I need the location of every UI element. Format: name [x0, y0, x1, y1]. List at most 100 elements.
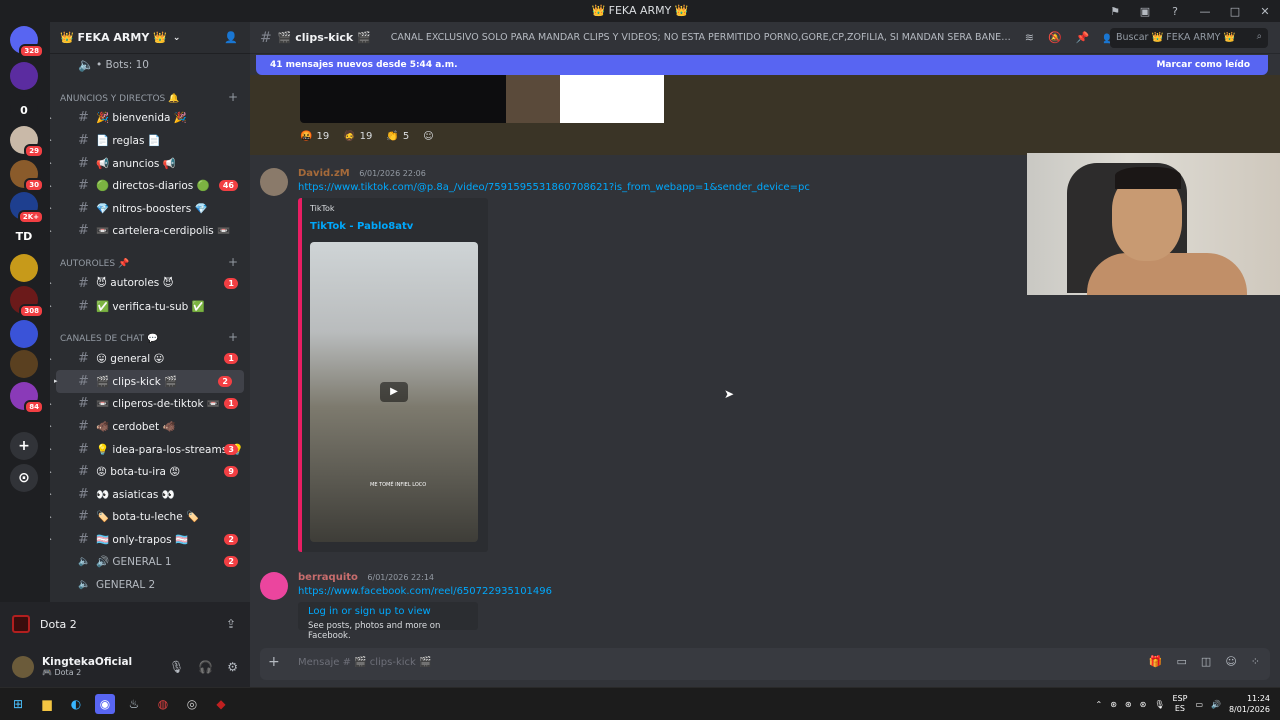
channel-item[interactable]: ▸ # 📄 reglas 📄	[50, 129, 250, 152]
app-icon[interactable]: ◍	[153, 694, 173, 714]
add-attachment-icon[interactable]: +	[268, 654, 280, 670]
message-link[interactable]: https://www.tiktok.com/@p.8a_/video/7591…	[298, 182, 810, 193]
server-icon[interactable]	[10, 254, 38, 282]
close-icon[interactable]: ✕	[1250, 5, 1280, 18]
clock[interactable]: 11:24 8/01/2026	[1229, 693, 1270, 715]
reaction[interactable]: 🤬 19	[300, 131, 329, 142]
play-icon[interactable]: ▶	[380, 382, 408, 402]
channel-item[interactable]: ▸ # 💡 idea-para-los-streams 💡3	[50, 438, 250, 461]
obs-icon[interactable]: ◎	[182, 694, 202, 714]
embed-title[interactable]: TikTok - Pablo8atv	[310, 221, 488, 232]
server-icon[interactable]: 328	[10, 26, 44, 58]
guild-header[interactable]: 👑 FEKA ARMY 👑 ⌄ 👤	[50, 22, 250, 54]
avatar[interactable]	[12, 655, 34, 678]
chevron-up-icon[interactable]: ⌃	[1096, 700, 1103, 709]
mark-as-read-button[interactable]: Marcar como leído	[1156, 60, 1250, 70]
channel-item[interactable]: ▸ # 😛 general 😛 1	[50, 347, 250, 370]
gif-icon[interactable]: ▭	[1177, 655, 1187, 668]
search-input[interactable]: Buscar 👑 FEKA ARMY 👑 ⌕	[1110, 28, 1268, 48]
apps-icon[interactable]: ⁘	[1251, 655, 1260, 668]
windows-start-icon[interactable]: ⊞	[8, 694, 28, 714]
edge-icon[interactable]: ◐	[66, 694, 86, 714]
channel-item[interactable]: ▸ # 📢 anuncios 📢	[50, 152, 250, 175]
server-icon[interactable]: 30	[10, 160, 44, 192]
tray-icon[interactable]: ⊛	[1125, 700, 1132, 709]
message-author[interactable]: berraquito 6/01/2026 22:14	[298, 572, 434, 583]
category-chat[interactable]: CANALES DE CHAT 💬 +	[50, 325, 250, 347]
tray-icon[interactable]: ⊛	[1140, 700, 1147, 709]
file-explorer-icon[interactable]: ▆	[37, 694, 57, 714]
message-input[interactable]: Mensaje # 🎬 clips-kick 🎬	[298, 657, 431, 668]
channel-item[interactable]: ▸ # 🟢 directos-diarios 🟢 46	[50, 174, 250, 197]
emoji-icon[interactable]: ☺	[1225, 655, 1236, 668]
channel-item[interactable]: ▸ # ✅ verifica-tu-sub ✅	[50, 295, 250, 318]
message-link[interactable]: https://www.facebook.com/reel/6507229351…	[298, 586, 552, 597]
threads-icon[interactable]: ≋	[1025, 31, 1034, 44]
channel-item[interactable]: ▸ # 😡 bota-tu-ira 😡 9	[50, 460, 250, 483]
server-icon[interactable]: TD	[10, 222, 38, 250]
server-icon[interactable]: 0	[10, 96, 38, 124]
server-icon[interactable]: 308	[10, 286, 44, 318]
channel-item[interactable]: ▸ # 💎 nitros-boosters 💎	[50, 197, 250, 220]
stream-icon[interactable]: ⇪	[226, 617, 236, 631]
add-channel-icon[interactable]: +	[228, 255, 238, 269]
channel-item[interactable]: ▸ # 🐗 cerdobet 🐗	[50, 415, 250, 438]
mute-bell-icon[interactable]: 🔕	[1048, 31, 1062, 44]
attachment-image[interactable]	[300, 75, 664, 123]
add-server-icon[interactable]: +	[10, 432, 38, 460]
headphones-icon[interactable]: 🎧	[198, 660, 213, 674]
server-icon[interactable]	[10, 62, 38, 90]
gear-icon[interactable]: ⚙	[227, 660, 238, 674]
embed-title[interactable]: Log in or sign up to view	[308, 606, 478, 617]
server-icon[interactable]: 29	[10, 126, 44, 158]
dota-icon[interactable]: ◆	[211, 694, 231, 714]
avatar[interactable]	[260, 168, 288, 196]
help-icon[interactable]: ?	[1160, 5, 1190, 18]
add-channel-icon[interactable]: +	[228, 90, 238, 104]
volume-icon[interactable]: 🔊	[1211, 700, 1221, 709]
channel-topic[interactable]: CANAL EXCLUSIVO SOLO PARA MANDAR CLIPS Y…	[391, 32, 1011, 43]
add-reaction-icon[interactable]: ☺	[423, 131, 433, 142]
language-indicator[interactable]: ESP ES	[1172, 694, 1187, 714]
server-icon[interactable]	[10, 320, 38, 348]
channel-item[interactable]: ▸ # 🎬 clips-kick 🎬 2	[54, 369, 244, 393]
new-messages-bar[interactable]: 41 mensajes nuevos desde 5:44 a.m. Marca…	[256, 55, 1268, 75]
display-icon[interactable]: ▭	[1195, 700, 1203, 709]
video-thumbnail[interactable]: ▶ ME TOMÉ INFIEL LOCO	[310, 242, 478, 542]
server-icon[interactable]: 84	[10, 382, 44, 414]
mic-icon[interactable]: 🎙	[1154, 700, 1164, 709]
category-anuncios[interactable]: ANUNCIOS Y DIRECTOS 🔔 +	[50, 85, 250, 107]
server-icon[interactable]: 2K+	[10, 192, 44, 224]
chevron-down-icon[interactable]: ⌄	[173, 33, 181, 43]
pin-icon[interactable]: 📌	[1076, 31, 1090, 44]
voice-channel-item[interactable]: 🔈 GENERAL 2	[50, 573, 250, 596]
message-composer[interactable]: + Mensaje # 🎬 clips-kick 🎬 🎁 ▭ ◫ ☺ ⁘	[260, 648, 1270, 680]
discord-icon[interactable]: ◉	[95, 694, 115, 714]
voice-channel-item[interactable]: 🔈 🔊 GENERAL 12	[50, 551, 250, 574]
channel-item[interactable]: ▸ # 🏷️ bota-tu-leche 🏷️	[50, 506, 250, 529]
reaction[interactable]: 🧔 19	[343, 131, 372, 142]
add-channel-icon[interactable]: +	[228, 330, 238, 344]
channel-item[interactable]: ▸ # 🏳️‍⚧️ only-trapos 🏳️‍⚧️ 2	[50, 528, 250, 551]
server-icon[interactable]	[10, 350, 38, 378]
message-author[interactable]: David.zM 6/01/2026 22:06	[298, 168, 426, 179]
reaction[interactable]: 👏 5	[386, 131, 409, 142]
avatar[interactable]	[260, 572, 288, 600]
channel-item[interactable]: ▸ # 📼 cartelera-cerdipolis 📼	[50, 220, 250, 243]
minimize-icon[interactable]: —	[1190, 5, 1220, 18]
discover-icon[interactable]: ⊙	[10, 464, 38, 492]
steam-icon[interactable]: ♨	[124, 694, 144, 714]
screen-share-icon[interactable]: ▣	[1130, 5, 1160, 18]
channel-item[interactable]: ▸ # 📼 cliperos-de-tiktok 📼 1	[50, 393, 250, 416]
category-autoroles[interactable]: AUTOROLES 📌 +	[50, 250, 250, 272]
maximize-icon[interactable]: □	[1220, 5, 1250, 18]
inbox-icon[interactable]: ⚑	[1100, 5, 1130, 18]
channel-item[interactable]: ▸ # 😈 autoroles 😈 1	[50, 272, 250, 295]
channel-item[interactable]: ▸ # 🎉 bienvenida 🎉	[50, 107, 250, 130]
mic-icon[interactable]: 🎙	[169, 660, 184, 674]
tray-icon[interactable]: ⊛	[1110, 700, 1117, 709]
sticker-icon[interactable]: ◫	[1201, 655, 1211, 668]
add-member-icon[interactable]: 👤	[224, 31, 238, 44]
channel-item[interactable]: ▸ # 👀 asiaticas 👀	[50, 483, 250, 506]
gift-icon[interactable]: 🎁	[1149, 655, 1163, 668]
